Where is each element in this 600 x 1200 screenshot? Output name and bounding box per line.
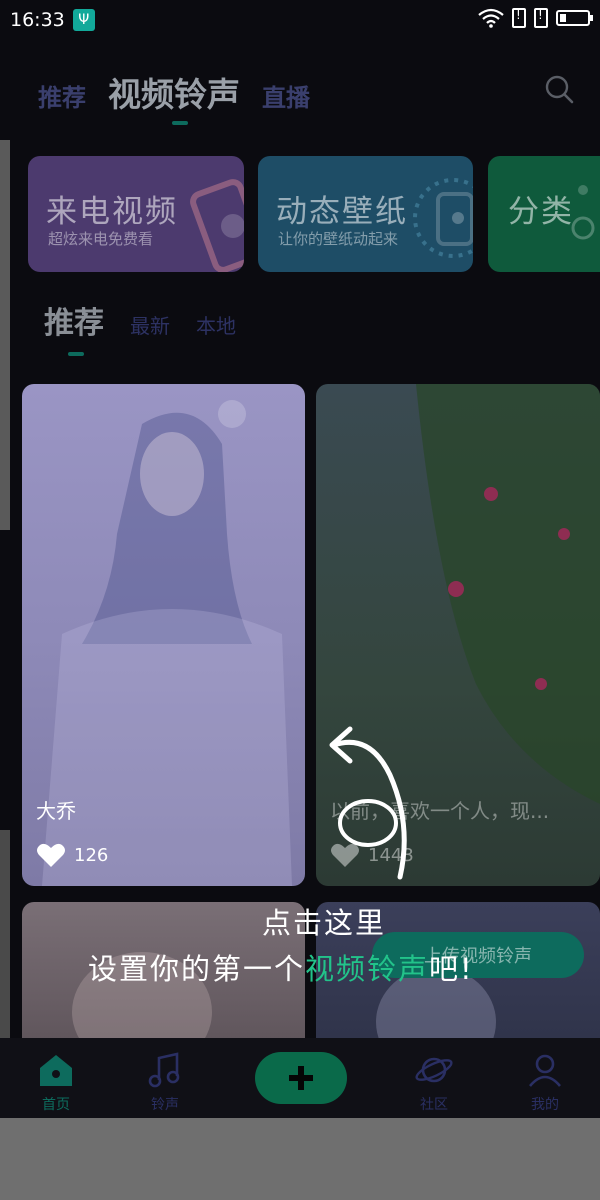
home-icon (40, 1055, 72, 1086)
tab-live[interactable]: 直播 (262, 78, 310, 113)
card-subtitle: 超炫来电免费看 (48, 230, 154, 248)
search-icon[interactable] (544, 74, 574, 104)
coach-hint-prefix: 设置你的第一个 (88, 952, 306, 986)
subtab-latest[interactable]: 最新 (130, 310, 170, 339)
subtab-local[interactable]: 本地 (196, 310, 236, 339)
coach-hint-highlight: 视频铃声 (305, 952, 430, 986)
nav-home[interactable]: 首页 (16, 1038, 96, 1114)
battery-icon (556, 10, 593, 26)
add-button[interactable] (255, 1052, 347, 1104)
bottom-nav: 首页 铃声 社区 我的 (0, 1038, 600, 1118)
top-tab-indicator (172, 121, 188, 125)
card-title: 来电视频 (46, 194, 178, 230)
coach-hint-line2: 设置你的第一个视频铃声吧! (88, 946, 474, 988)
edge-sliver (0, 140, 10, 530)
nav-label: 社区 (420, 1097, 448, 1113)
live-wallpaper-card[interactable]: 动态壁纸 让你的壁纸动起来 (258, 156, 473, 272)
system-bottom-area (0, 1118, 600, 1200)
sim-1-icon (512, 8, 526, 28)
edge-sliver (0, 830, 10, 1040)
nav-community[interactable]: 社区 (394, 1038, 474, 1114)
music-note-icon (148, 1052, 180, 1088)
coach-hint-suffix: 吧! (429, 952, 474, 986)
subtab-indicator (68, 352, 84, 356)
nav-ringtone[interactable]: 铃声 (125, 1038, 205, 1114)
user-icon (529, 1054, 561, 1087)
status-time: 16:33 (10, 9, 65, 31)
coach-hint-line1: 点击这里 (262, 906, 387, 940)
usb-icon: Ψ (72, 9, 95, 31)
card-title: 动态壁纸 (276, 194, 408, 230)
tab-video-ringtone[interactable]: 视频铃声 (108, 68, 240, 116)
coach-arrow-icon (329, 726, 407, 880)
nav-label: 首页 (42, 1097, 70, 1113)
subtab-recommend[interactable]: 推荐 (44, 298, 104, 342)
video-title: 大乔 (36, 799, 76, 823)
likes-count: 126 (74, 844, 109, 866)
sim-2-icon (534, 8, 548, 28)
category-card[interactable]: 分类 (488, 156, 600, 272)
top-tabs: 推荐 视频铃声 直播 (38, 68, 310, 116)
plus-icon (289, 1066, 313, 1090)
card-title: 分类 (508, 194, 574, 230)
incoming-video-card[interactable]: 来电视频 超炫来电免费看 (28, 156, 244, 272)
sub-tabs: 推荐 最新 本地 (44, 298, 236, 342)
nav-label: 铃声 (151, 1097, 179, 1113)
nav-profile[interactable]: 我的 (505, 1038, 585, 1114)
status-bar: 16:33 Ψ (0, 0, 600, 40)
card-subtitle: 让你的壁纸动起来 (278, 230, 399, 248)
video-likes: 126 (36, 842, 108, 868)
tab-recommend[interactable]: 推荐 (38, 78, 86, 113)
video-card[interactable]: 大乔 126 (22, 384, 305, 886)
status-icons (478, 8, 593, 28)
heart-icon[interactable] (36, 842, 66, 868)
wifi-icon (478, 8, 504, 28)
nav-label: 我的 (531, 1097, 559, 1113)
planet-icon (415, 1057, 453, 1083)
